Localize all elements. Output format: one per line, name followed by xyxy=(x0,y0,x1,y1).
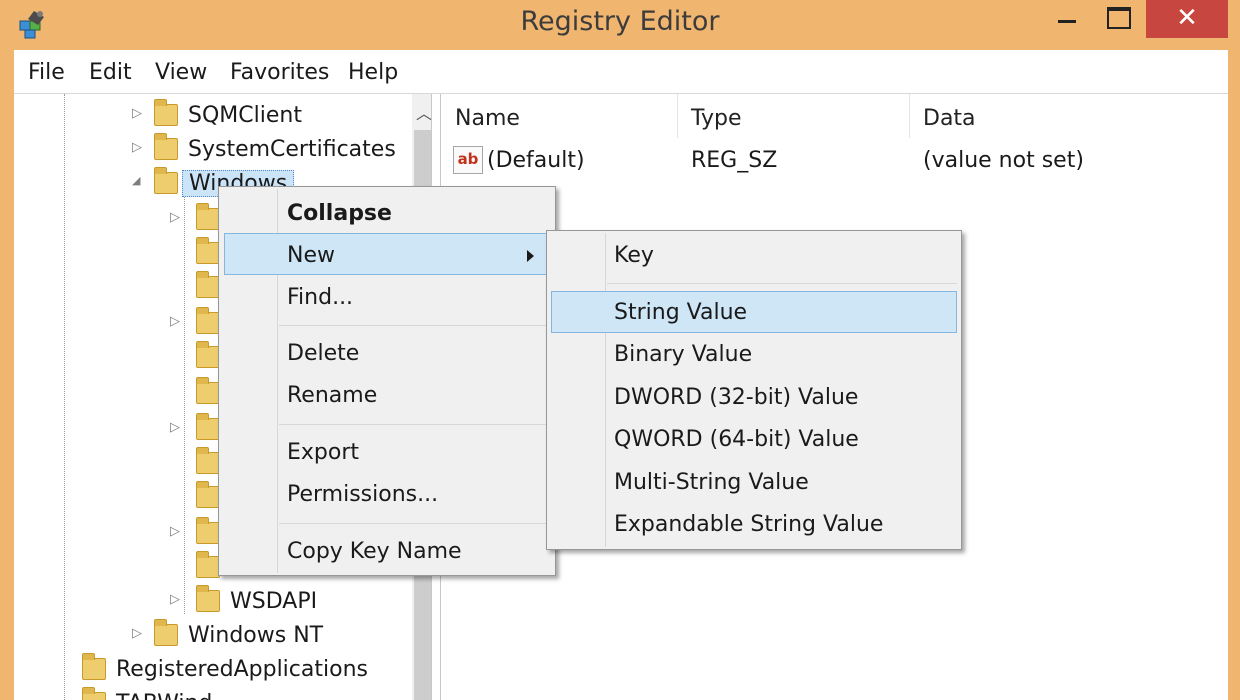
folder-icon xyxy=(196,481,220,508)
column-separator[interactable] xyxy=(677,94,678,138)
folder-icon xyxy=(196,377,220,404)
value-data: (value not set) xyxy=(923,148,1084,173)
tree-label: SQMClient xyxy=(188,102,302,128)
expand-icon[interactable]: ▷ xyxy=(170,314,180,329)
menu-item-delete[interactable]: Delete xyxy=(287,333,359,373)
tree-node-child[interactable] xyxy=(170,480,220,514)
menu-item-export[interactable]: Export xyxy=(287,432,359,472)
folder-icon xyxy=(196,517,220,544)
tree-guide-line xyxy=(64,94,65,700)
expand-icon[interactable]: ▷ xyxy=(170,420,180,435)
submenu-item-binary-value[interactable]: Binary Value xyxy=(614,334,752,374)
menu-highlight xyxy=(551,291,957,333)
tree-node-child[interactable] xyxy=(170,446,220,480)
value-name[interactable]: (Default) xyxy=(487,148,585,173)
expand-icon[interactable]: ▷ xyxy=(132,106,142,121)
title-bar: Registry Editor ✕ xyxy=(0,0,1240,50)
tree-label: SystemCertificates xyxy=(188,136,396,162)
menu-item-collapse[interactable]: Collapse xyxy=(287,193,392,233)
menu-item-find[interactable]: Find... xyxy=(287,277,353,317)
folder-icon xyxy=(196,203,220,230)
folder-icon xyxy=(82,653,106,680)
submenu-item-qword-value[interactable]: QWORD (64-bit) Value xyxy=(614,419,859,459)
menu-item-rename[interactable]: Rename xyxy=(287,375,377,415)
menu-view[interactable]: View xyxy=(155,60,207,85)
column-header-type[interactable]: Type xyxy=(691,106,742,131)
folder-icon xyxy=(196,585,220,612)
tree-node-sqmclient[interactable]: ▷ SQMClient xyxy=(132,98,302,132)
close-button[interactable]: ✕ xyxy=(1146,0,1228,38)
scroll-up-icon[interactable]: ︿ xyxy=(416,100,431,124)
expand-icon[interactable]: ▷ xyxy=(132,140,142,155)
context-menu: Collapse New Find... Delete Rename Expor… xyxy=(218,186,556,576)
folder-icon xyxy=(196,237,220,264)
tree-node-child[interactable] xyxy=(170,550,220,584)
expand-icon[interactable]: ▷ xyxy=(170,592,180,607)
submenu-item-string-value[interactable]: String Value xyxy=(614,292,747,332)
submenu-item-key[interactable]: Key xyxy=(614,235,654,275)
folder-icon xyxy=(154,99,178,126)
folder-icon xyxy=(82,687,106,700)
submenu-item-dword-value[interactable]: DWORD (32-bit) Value xyxy=(614,377,858,417)
menu-item-copy-key-name[interactable]: Copy Key Name xyxy=(287,531,462,571)
folder-icon xyxy=(196,551,220,578)
folder-icon xyxy=(196,447,220,474)
folder-icon xyxy=(154,619,178,646)
folder-icon xyxy=(196,413,220,440)
column-separator[interactable] xyxy=(909,94,910,138)
folder-icon xyxy=(196,271,220,298)
submenu-item-expandable-string-value[interactable]: Expandable String Value xyxy=(614,504,883,544)
folder-icon xyxy=(196,307,220,334)
string-value-icon: ab xyxy=(453,146,483,174)
menu-separator xyxy=(279,325,549,326)
tree-label: RegisteredApplications xyxy=(116,656,368,682)
menu-separator xyxy=(279,523,549,524)
expand-icon[interactable]: ▷ xyxy=(170,210,180,225)
menu-help[interactable]: Help xyxy=(348,60,398,85)
tree-node-registeredapplications[interactable]: RegisteredApplications xyxy=(82,652,368,686)
expand-icon[interactable]: ▷ xyxy=(170,524,180,539)
tree-node-child[interactable]: ▷ xyxy=(170,412,220,446)
submenu-item-multi-string-value[interactable]: Multi-String Value xyxy=(614,462,809,502)
tree-node-windows-nt[interactable]: ▷ Windows NT xyxy=(132,618,323,652)
close-icon: ✕ xyxy=(1176,3,1198,33)
tree-node-child[interactable] xyxy=(170,340,220,374)
tree-node-partial[interactable]: TABWind... xyxy=(82,686,233,700)
minimize-button[interactable] xyxy=(1040,0,1090,40)
tree-node-wsdapi[interactable]: ▷ WSDAPI xyxy=(170,584,317,618)
collapse-icon[interactable]: ◢ xyxy=(132,174,140,187)
menu-bar: File Edit View Favorites Help xyxy=(14,52,1228,94)
tree-label: WSDAPI xyxy=(230,588,318,614)
expand-icon[interactable]: ▷ xyxy=(132,626,142,641)
tree-node-child[interactable]: ▷ xyxy=(170,516,220,550)
tree-label: TABWind... xyxy=(116,691,233,700)
menu-item-new[interactable]: New xyxy=(287,235,335,275)
menu-item-permissions[interactable]: Permissions... xyxy=(287,474,438,514)
column-header-data[interactable]: Data xyxy=(923,106,976,131)
folder-icon xyxy=(154,167,178,194)
submenu-arrow-icon xyxy=(527,250,534,262)
value-type: REG_SZ xyxy=(691,148,778,173)
tree-node-child[interactable]: ▷ xyxy=(170,202,220,236)
menu-separator xyxy=(279,424,549,425)
tree-node-systemcertificates[interactable]: ▷ SystemCertificates xyxy=(132,132,396,166)
tree-node-child[interactable]: ▷ xyxy=(170,306,220,340)
tree-node-child[interactable] xyxy=(170,236,220,270)
menu-gutter xyxy=(605,233,606,547)
folder-icon xyxy=(154,133,178,160)
menu-separator xyxy=(607,283,957,284)
column-header-name[interactable]: Name xyxy=(455,106,520,131)
menu-file[interactable]: File xyxy=(28,60,65,85)
tree-node-child[interactable] xyxy=(170,376,220,410)
folder-icon xyxy=(196,341,220,368)
menu-favorites[interactable]: Favorites xyxy=(230,60,329,85)
menu-highlight xyxy=(224,233,547,275)
new-submenu: Key String Value Binary Value DWORD (32-… xyxy=(546,230,962,550)
tree-label: Windows NT xyxy=(188,622,324,648)
maximize-button[interactable] xyxy=(1094,0,1144,40)
tree-node-child[interactable] xyxy=(170,270,220,304)
menu-edit[interactable]: Edit xyxy=(89,60,132,85)
